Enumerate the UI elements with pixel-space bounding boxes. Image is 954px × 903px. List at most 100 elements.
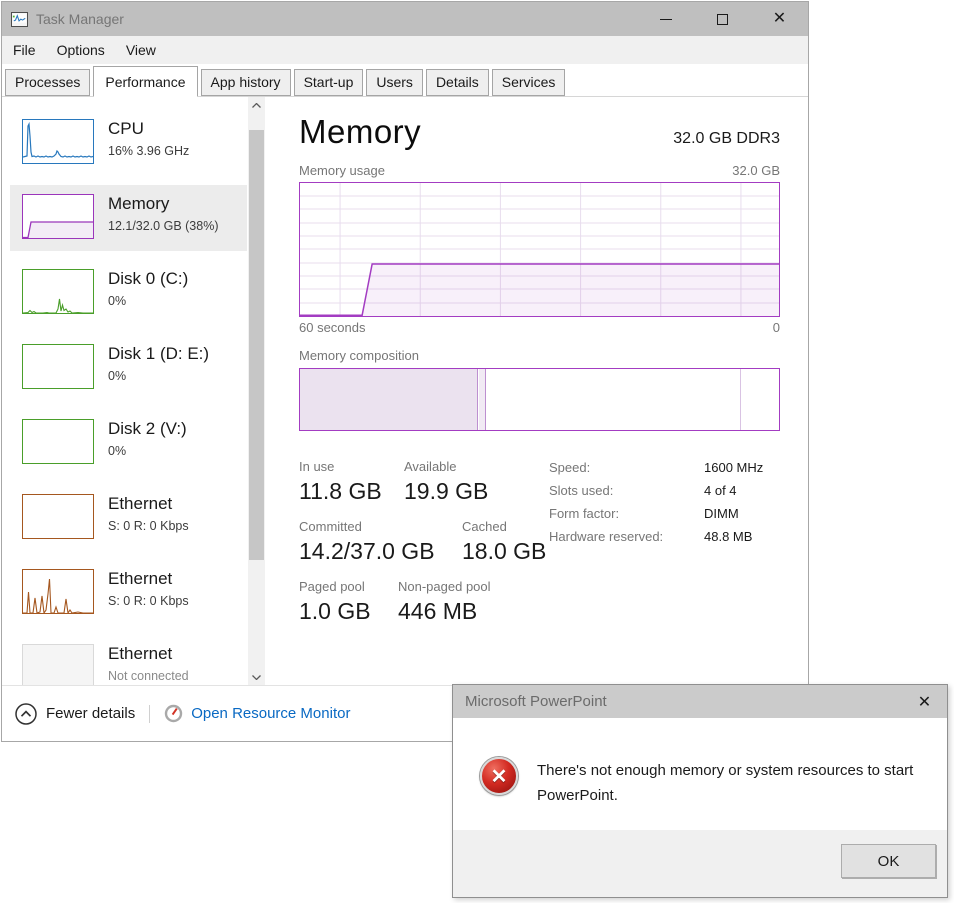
tab-start-up[interactable]: Start-up [294,69,364,96]
sidebar-item-title: Disk 1 (D: E:) [108,344,209,364]
stat-label: Committed [299,519,462,534]
memory-composition-bar [299,368,780,431]
ethernet3-mini-graph [22,644,94,686]
memory-usage-graph [299,182,780,317]
sidebar-item-cpu[interactable]: CPU 16% 3.96 GHz [10,110,247,176]
ethernet2-mini-graph [22,569,94,614]
cpu-mini-graph [22,119,94,164]
menu-options[interactable]: Options [57,42,105,58]
sidebar-item-disk2[interactable]: Disk 2 (V:) 0% [10,410,247,476]
close-button[interactable]: ✕ [751,2,808,36]
stat-label: Hardware reserved: [549,529,704,544]
menu-file[interactable]: File [13,42,36,58]
memory-mini-graph [22,194,94,239]
usage-graph-label: Memory usage [299,163,385,178]
menu-bar: File Options View [2,36,808,64]
tab-processes[interactable]: Processes [5,69,90,96]
sidebar-item-title: CPU [108,119,189,139]
sidebar-item-disk1[interactable]: Disk 1 (D: E:) 0% [10,335,247,401]
resource-monitor-icon [164,704,183,723]
sidebar-item-title: Ethernet [108,494,189,514]
tab-bar: Processes Performance App history Start-… [2,64,808,97]
menu-view[interactable]: View [126,42,156,58]
sidebar-item-ethernet3[interactable]: Ethernet Not connected [10,635,247,686]
close-icon: ✕ [773,11,786,27]
error-icon: ✕ [480,757,518,795]
sidebar-item-ethernet2[interactable]: Ethernet S: 0 R: 0 Kbps [10,560,247,626]
stat-label: Form factor: [549,506,704,521]
sidebar-item-disk0[interactable]: Disk 0 (C:) 0% [10,260,247,326]
stat-value: 18.0 GB [462,538,546,565]
stat-value: DIMM [704,506,763,521]
stat-label: Speed: [549,460,704,475]
sidebar-scrollbar[interactable] [248,97,265,686]
sidebar-item-title: Ethernet [108,644,189,664]
stat-value: 14.2/37.0 GB [299,538,462,565]
dialog-close-button[interactable]: ✕ [902,685,947,718]
tab-performance[interactable]: Performance [93,66,197,97]
ok-button[interactable]: OK [841,844,936,878]
memory-panel: Memory 32.0 GB DDR3 Memory usage 32.0 GB… [265,97,808,686]
dialog-footer: OK [453,830,947,897]
sidebar-item-subtitle: 12.1/32.0 GB (38%) [108,219,218,233]
disk2-mini-graph [22,419,94,464]
sidebar-item-title: Ethernet [108,569,189,589]
stat-value: 48.8 MB [704,529,763,544]
scroll-down-button[interactable] [248,669,265,686]
fewer-details-button[interactable]: Fewer details [15,703,135,725]
stat-label: Paged pool [299,579,398,594]
tab-services[interactable]: Services [492,69,566,96]
window-title: Task Manager [36,11,124,27]
memory-capacity: 32.0 GB DDR3 [673,130,780,148]
stat-value: 19.9 GB [404,478,488,505]
stat-value: 4 of 4 [704,483,763,498]
graph-zero-label: 0 [773,320,780,335]
stat-label: Cached [462,519,546,534]
maximize-icon [717,14,728,25]
sidebar-item-ethernet1[interactable]: Ethernet S: 0 R: 0 Kbps [10,485,247,551]
tab-app-history[interactable]: App history [201,69,291,96]
open-resource-monitor-label: Open Resource Monitor [191,705,350,722]
dialog-title: Microsoft PowerPoint [465,693,607,710]
stat-label: Non-paged pool [398,579,491,594]
tab-users[interactable]: Users [366,69,423,96]
graph-timespan-label: 60 seconds [299,320,366,335]
disk0-mini-graph [22,269,94,314]
tab-details[interactable]: Details [426,69,489,96]
chevron-up-circle-icon [15,703,37,725]
open-resource-monitor-link[interactable]: Open Resource Monitor [164,704,350,723]
minimize-icon [660,19,672,20]
sidebar-item-subtitle: 0% [108,369,209,383]
dialog-title-bar[interactable]: Microsoft PowerPoint ✕ [453,685,947,718]
ethernet1-mini-graph [22,494,94,539]
footer-divider [149,705,150,723]
disk1-mini-graph [22,344,94,389]
memory-stats: In use 11.8 GB Available 19.9 GB Committ… [299,459,780,639]
dialog-message: There's not enough memory or system reso… [537,758,927,808]
stat-label: Available [404,459,488,474]
stat-value: 11.8 GB [299,478,404,505]
dialog-body: ✕ There's not enough memory or system re… [453,718,947,808]
fewer-details-label: Fewer details [46,705,135,722]
usage-graph-max: 32.0 GB [732,163,780,178]
sidebar-item-subtitle: S: 0 R: 0 Kbps [108,594,189,608]
stat-value: 446 MB [398,598,491,625]
stat-label: Slots used: [549,483,704,498]
sidebar-item-subtitle: 0% [108,294,188,308]
sidebar-item-subtitle: 16% 3.96 GHz [108,144,189,158]
close-icon: ✕ [918,692,931,712]
composition-label: Memory composition [299,348,780,363]
maximize-button[interactable] [694,2,751,36]
minimize-button[interactable] [637,2,694,36]
sidebar-item-memory[interactable]: Memory 12.1/32.0 GB (38%) [10,185,247,251]
sidebar-item-subtitle: S: 0 R: 0 Kbps [108,519,189,533]
stat-value: 1.0 GB [299,598,398,625]
composition-standby-divider [740,369,741,430]
sidebar-item-title: Disk 0 (C:) [108,269,188,289]
title-bar[interactable]: Task Manager ✕ [2,2,808,36]
scroll-up-button[interactable] [248,97,265,114]
stat-value: 1600 MHz [704,460,763,475]
stat-label: In use [299,459,404,474]
task-manager-window: Task Manager ✕ File Options View Process… [1,1,809,742]
scrollbar-thumb[interactable] [249,130,264,560]
